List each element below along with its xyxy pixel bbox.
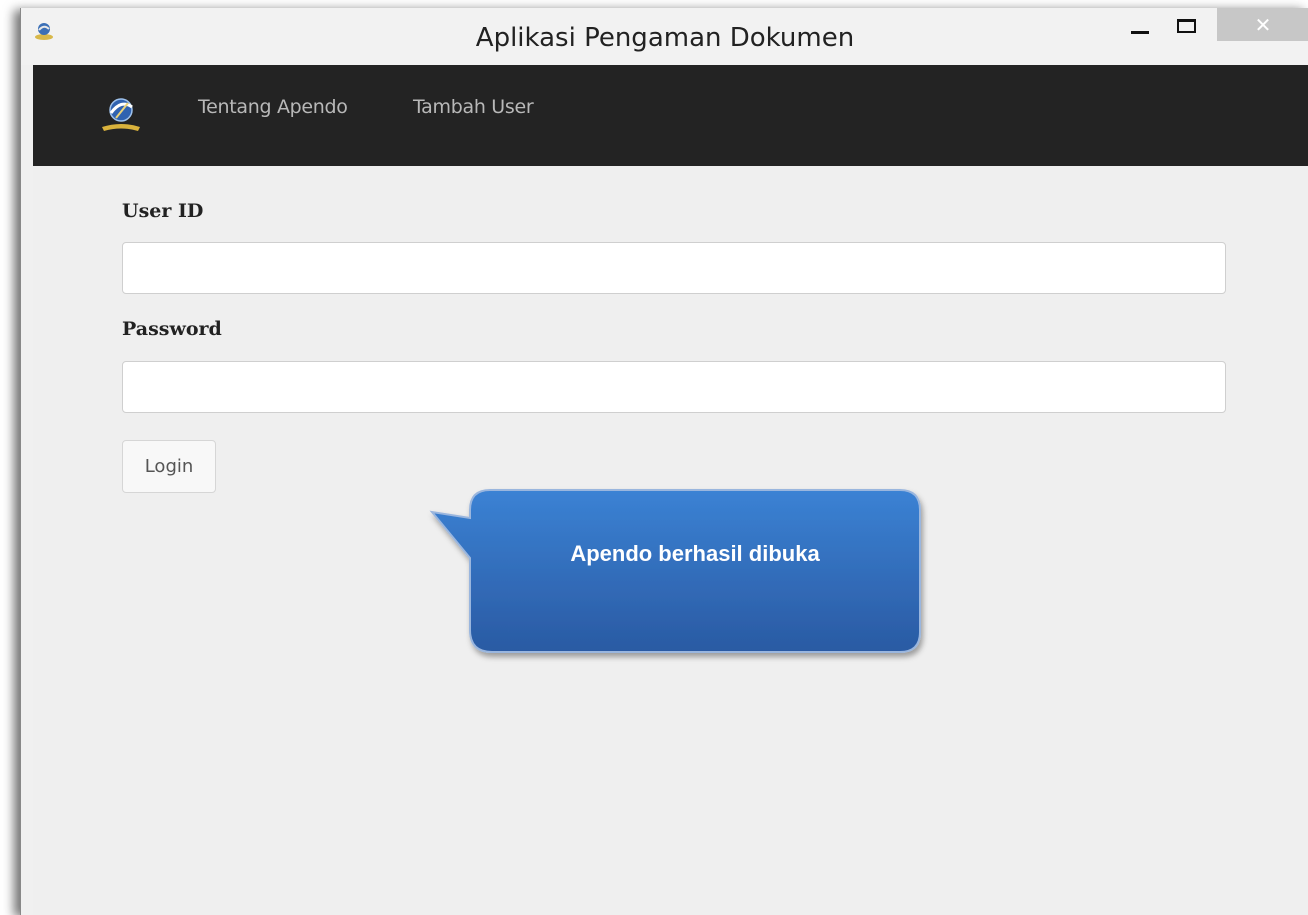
close-icon: ✕: [1254, 12, 1272, 37]
title-bar[interactable]: Aplikasi Pengaman Dokumen ✕: [21, 8, 1308, 65]
callout-text: Apendo berhasil dibuka: [570, 541, 820, 566]
user-id-label: User ID: [122, 200, 204, 222]
password-input[interactable]: [122, 361, 1226, 413]
minimize-button[interactable]: [1117, 8, 1163, 44]
login-button[interactable]: Login: [122, 440, 216, 493]
app-window: Aplikasi Pengaman Dokumen ✕ Tentang Apen…: [20, 8, 1308, 915]
nav-item-tentang-apendo[interactable]: Tentang Apendo: [198, 95, 348, 119]
maximize-button[interactable]: [1163, 8, 1209, 44]
close-button[interactable]: ✕: [1217, 8, 1308, 41]
navbar: Tentang Apendo Tambah User: [33, 65, 1308, 166]
window-title: Aplikasi Pengaman Dokumen: [475, 23, 855, 53]
minimize-icon: [1131, 30, 1149, 34]
user-id-input[interactable]: [122, 242, 1226, 294]
app-logo-icon[interactable]: [98, 91, 144, 137]
password-label: Password: [122, 318, 222, 340]
maximize-icon: [1176, 19, 1196, 33]
nav-item-tambah-user[interactable]: Tambah User: [413, 95, 534, 119]
